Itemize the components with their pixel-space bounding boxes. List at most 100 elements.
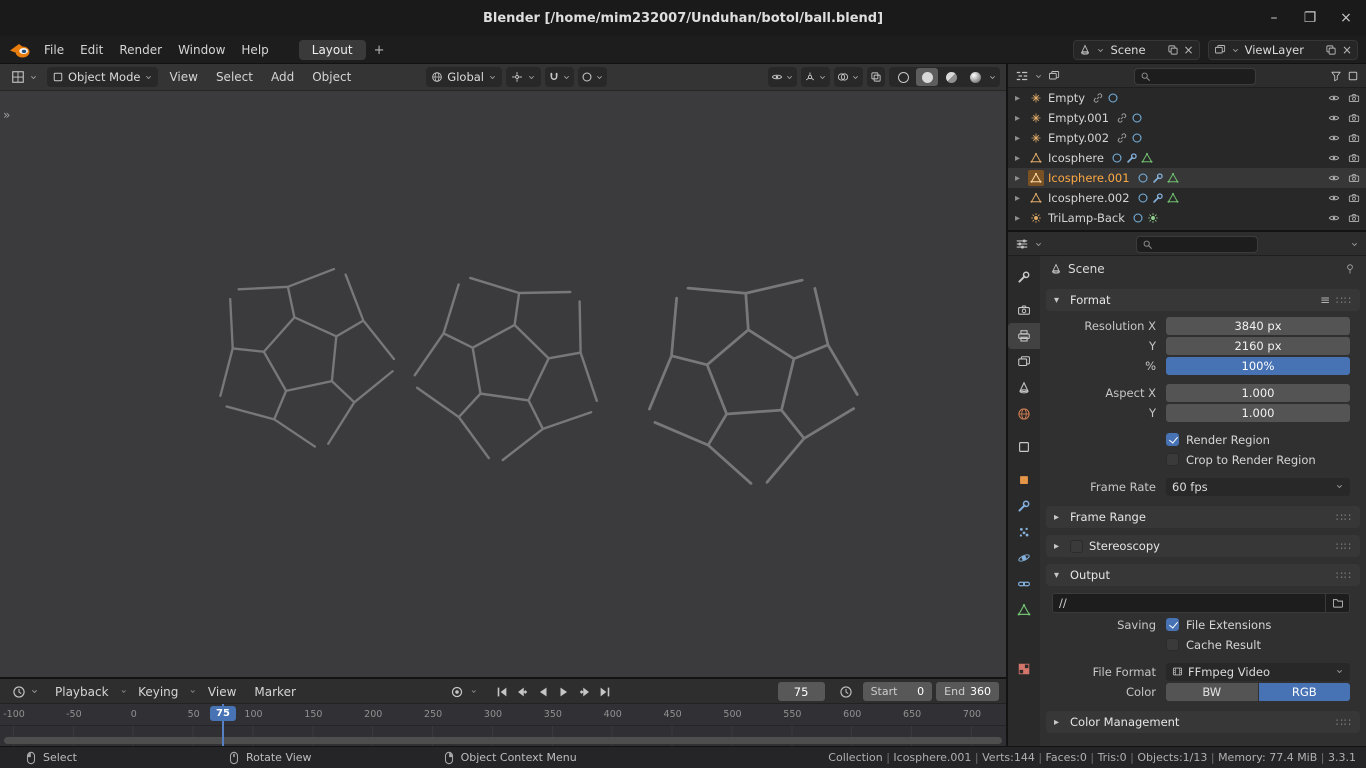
panel-stereoscopy-header[interactable]: ▸ Stereoscopy ∷∷ bbox=[1046, 535, 1360, 557]
browse-folder-button[interactable] bbox=[1326, 593, 1350, 613]
shading-rendered-button[interactable] bbox=[964, 68, 986, 86]
panel-drag-dots-icon[interactable]: ∷∷ bbox=[1336, 294, 1352, 307]
tab-output[interactable] bbox=[1008, 323, 1040, 349]
empty-object-icon[interactable] bbox=[1028, 130, 1044, 146]
object-name[interactable]: TriLamp-Back bbox=[1048, 211, 1125, 225]
resolution-percentage-slider[interactable]: 100% bbox=[1166, 357, 1350, 375]
maximize-button[interactable]: ❐ bbox=[1302, 10, 1318, 26]
add-workspace-button[interactable]: + bbox=[366, 41, 393, 60]
mesh-data-icon[interactable] bbox=[1167, 192, 1179, 204]
outliner-row-trilamp-back[interactable]: ▸ TriLamp-Back bbox=[1008, 208, 1366, 228]
expand-arrow-icon[interactable]: ▸ bbox=[1015, 173, 1028, 184]
scene-browse-icon[interactable] bbox=[1079, 44, 1091, 56]
chevron-down-icon[interactable] bbox=[1034, 72, 1043, 81]
hide-in-viewport-eye-icon[interactable] bbox=[1328, 92, 1340, 104]
viewport-menu-view[interactable]: View bbox=[162, 67, 204, 87]
chevron-down-icon[interactable] bbox=[595, 73, 604, 82]
chevron-down-icon[interactable] bbox=[1350, 240, 1359, 249]
panel-drag-dots-icon[interactable]: ∷∷ bbox=[1336, 716, 1352, 729]
jump-to-end-button[interactable] bbox=[597, 682, 614, 701]
auto-keying-button[interactable] bbox=[449, 682, 466, 701]
outliner-editor-icon[interactable] bbox=[1015, 69, 1029, 83]
object-name[interactable]: Icosphere.002 bbox=[1048, 191, 1130, 205]
snap-toggle-group[interactable] bbox=[545, 67, 574, 87]
proportional-editing-icon[interactable] bbox=[581, 71, 593, 83]
viewlayer-browse-icon[interactable] bbox=[1214, 44, 1226, 56]
frame-rate-dropdown[interactable]: 60 fps bbox=[1166, 478, 1350, 496]
aspect-x-field[interactable]: 1.000 bbox=[1166, 384, 1350, 402]
panel-color-management-header[interactable]: ▸ Color Management ∷∷ bbox=[1046, 711, 1360, 733]
frame-end-field[interactable]: End 360 bbox=[936, 682, 999, 701]
new-scene-icon[interactable] bbox=[1167, 44, 1179, 56]
chevron-down-icon[interactable] bbox=[562, 73, 571, 82]
panel-drag-dots-icon[interactable]: ∷∷ bbox=[1336, 511, 1352, 524]
shading-material-button[interactable] bbox=[940, 68, 962, 86]
disable-in-renders-camera-icon[interactable] bbox=[1348, 92, 1360, 104]
hide-in-viewport-eye-icon[interactable] bbox=[1328, 172, 1340, 184]
render-region-checkbox[interactable] bbox=[1166, 433, 1179, 446]
properties-search-input[interactable] bbox=[1157, 238, 1237, 251]
hide-in-viewport-eye-icon[interactable] bbox=[1328, 112, 1340, 124]
panel-collapsed-arrow-icon[interactable]: ▸ bbox=[1054, 512, 1064, 523]
object-name[interactable]: Icosphere.001 bbox=[1048, 171, 1130, 185]
tab-texture[interactable] bbox=[1008, 656, 1040, 682]
workspace-tab-layout[interactable]: Layout bbox=[299, 40, 366, 60]
timeline-menu-marker[interactable]: Marker bbox=[247, 682, 302, 702]
panel-drag-dots-icon[interactable]: ∷∷ bbox=[1336, 540, 1352, 553]
close-button[interactable]: × bbox=[1338, 10, 1354, 26]
panel-expanded-arrow-icon[interactable]: ▾ bbox=[1054, 570, 1064, 581]
next-keyframe-button[interactable] bbox=[576, 682, 593, 701]
empty-object-icon[interactable] bbox=[1028, 110, 1044, 126]
animation-data-icon[interactable] bbox=[1092, 92, 1104, 104]
stereoscopy-checkbox[interactable] bbox=[1070, 540, 1083, 553]
gizmos-group[interactable] bbox=[801, 67, 830, 87]
hide-in-viewport-eye-icon[interactable] bbox=[1328, 152, 1340, 164]
outliner-row-icosphere-002[interactable]: ▸ Icosphere.002 bbox=[1008, 188, 1366, 208]
object-data-icon[interactable] bbox=[1132, 212, 1144, 224]
outliner-row-icosphere[interactable]: ▸ Icosphere bbox=[1008, 148, 1366, 168]
viewlayer-selector[interactable]: ViewLayer × bbox=[1208, 40, 1358, 60]
tab-object-data[interactable] bbox=[1008, 597, 1040, 623]
disable-in-renders-camera-icon[interactable] bbox=[1348, 152, 1360, 164]
outliner-row-trilamp-fill[interactable]: ▸ TriLamp-Fill bbox=[1008, 228, 1366, 230]
resolution-x-field[interactable]: 3840 px bbox=[1166, 317, 1350, 335]
outliner-row-icosphere-001-selected[interactable]: ▸ Icosphere.001 bbox=[1008, 168, 1366, 188]
display-mode-icon[interactable] bbox=[1048, 70, 1060, 82]
disable-in-renders-camera-icon[interactable] bbox=[1348, 132, 1360, 144]
tab-render[interactable] bbox=[1008, 297, 1040, 323]
hide-in-viewport-eye-icon[interactable] bbox=[1328, 192, 1340, 204]
constraint-icon[interactable] bbox=[1131, 112, 1143, 124]
constraint-icon[interactable] bbox=[1131, 132, 1143, 144]
tab-object[interactable] bbox=[1008, 467, 1040, 493]
show-object-types-icon[interactable] bbox=[771, 71, 783, 83]
chevron-down-icon[interactable] bbox=[818, 73, 827, 82]
viewport-menu-select[interactable]: Select bbox=[209, 67, 260, 87]
mesh-data-icon[interactable] bbox=[1141, 152, 1153, 164]
object-data-icon[interactable] bbox=[1137, 172, 1149, 184]
tab-view-layer[interactable] bbox=[1008, 349, 1040, 375]
new-collection-icon[interactable] bbox=[1347, 70, 1359, 82]
minimize-button[interactable]: – bbox=[1266, 10, 1282, 26]
timeline-editor-type-selector[interactable] bbox=[7, 682, 44, 702]
timeline-playhead[interactable]: 75 bbox=[222, 704, 224, 746]
soccer-ball-center[interactable] bbox=[395, 251, 623, 479]
shading-solid-button[interactable] bbox=[916, 68, 938, 86]
timeline-ruler[interactable]: -100 -50 0 50 100 150 200 250 300 350 40… bbox=[0, 704, 1006, 726]
blender-logo-icon[interactable] bbox=[8, 41, 32, 59]
viewlayer-name[interactable]: ViewLayer bbox=[1245, 43, 1320, 57]
panel-drag-dots-icon[interactable]: ∷∷ bbox=[1336, 569, 1352, 582]
current-frame-field[interactable]: 75 bbox=[778, 682, 825, 701]
remove-viewlayer-icon[interactable]: × bbox=[1342, 43, 1352, 57]
outliner-row-empty-001[interactable]: ▸ Empty.001 bbox=[1008, 108, 1366, 128]
hide-in-viewport-eye-icon[interactable] bbox=[1328, 212, 1340, 224]
light-data-icon[interactable] bbox=[1147, 212, 1159, 224]
tab-material[interactable] bbox=[1008, 623, 1040, 649]
modifier-icon[interactable] bbox=[1152, 172, 1164, 184]
timeline-menu-keying[interactable]: Keying bbox=[131, 682, 185, 702]
file-extensions-checkbox[interactable] bbox=[1166, 618, 1179, 631]
chevron-down-icon[interactable] bbox=[1034, 240, 1043, 249]
file-format-dropdown[interactable]: FFmpeg Video bbox=[1166, 663, 1350, 681]
modifier-icon[interactable] bbox=[1152, 192, 1164, 204]
tab-constraints[interactable] bbox=[1008, 571, 1040, 597]
frame-start-field[interactable]: Start 0 bbox=[863, 682, 933, 701]
